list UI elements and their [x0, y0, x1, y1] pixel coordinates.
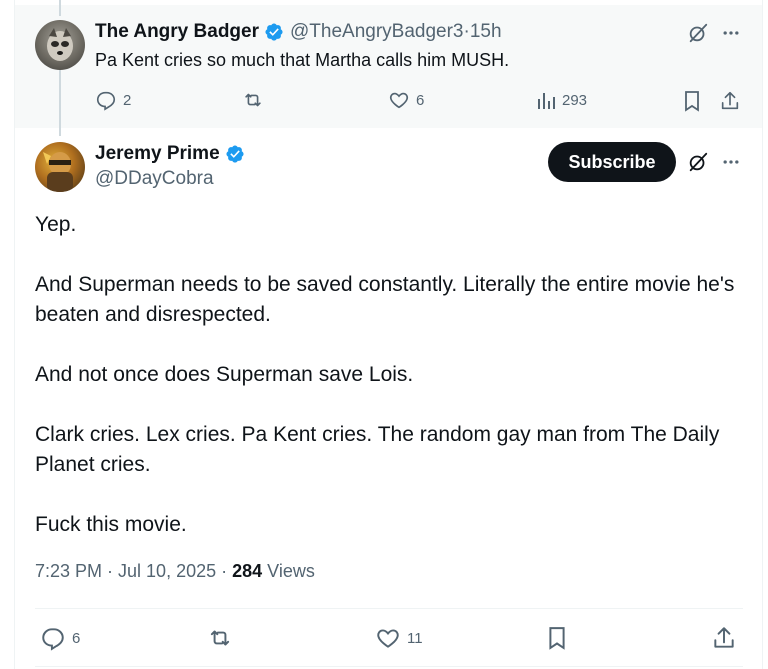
parent-tweet-text: Pa Kent cries so much that Martha calls …: [95, 50, 510, 70]
thread-line-top: [59, 0, 61, 16]
thread-line: [59, 70, 61, 136]
retweet-button[interactable]: [206, 625, 234, 651]
like-icon: [377, 629, 399, 648]
reply-button[interactable]: 2: [95, 89, 131, 111]
retweet-button[interactable]: [241, 89, 265, 111]
share-button[interactable]: [711, 625, 737, 651]
share-button[interactable]: [718, 89, 742, 113]
author-handle[interactable]: @DDayCobra: [95, 168, 214, 190]
like-button[interactable]: 6: [388, 89, 424, 111]
author-name[interactable]: Jeremy Prime: [95, 143, 220, 165]
tweet-paragraph: Clark cries. Lex cries. Pa Kent cries. T…: [35, 423, 720, 476]
main-header-name: Jeremy Prime: [95, 143, 245, 165]
bookmark-icon: [685, 91, 699, 112]
like-button[interactable]: 11: [375, 625, 423, 651]
retweet-icon: [210, 630, 230, 646]
more-icon[interactable]: [719, 150, 743, 174]
tweet-paragraph: And Superman needs to be saved constantl…: [35, 273, 735, 326]
avatar[interactable]: [35, 142, 85, 192]
views-button[interactable]: 293: [536, 89, 587, 111]
badger-avatar-icon: [47, 28, 73, 61]
grok-icon[interactable]: [686, 21, 710, 45]
views-count: 284: [232, 561, 263, 581]
share-icon: [714, 627, 734, 648]
verified-badge-icon: [264, 22, 284, 42]
views-icon: [538, 93, 555, 109]
timestamp[interactable]: 15h: [470, 21, 502, 43]
divider: [35, 666, 743, 667]
views-count: 293: [562, 91, 588, 109]
views-label: Views: [262, 561, 315, 581]
share-icon: [721, 91, 739, 110]
parent-header: The Angry Badger @TheAngryBadger3 · 15h: [95, 21, 502, 43]
subscribe-button[interactable]: Subscribe: [548, 142, 676, 182]
like-count: 11: [407, 629, 423, 647]
avatar[interactable]: [35, 20, 85, 70]
separator: ·: [216, 561, 233, 581]
like-count: 6: [416, 91, 425, 109]
tweet-body: Yep. And Superman needs to be saved cons…: [35, 210, 735, 570]
retweet-icon: [245, 93, 261, 107]
author-name[interactable]: The Angry Badger: [95, 21, 259, 43]
reply-button[interactable]: 6: [40, 625, 80, 651]
grok-icon[interactable]: [686, 150, 710, 174]
tweet-meta: 7:23 PM · Jul 10, 2025 · 284 Views: [35, 561, 315, 582]
reply-icon: [96, 91, 116, 111]
reply-count: 6: [72, 629, 81, 647]
author-handle[interactable]: @TheAngryBadger3: [290, 21, 464, 43]
divider: [35, 608, 743, 609]
tweet-paragraph: Yep.: [35, 213, 77, 236]
more-icon[interactable]: [719, 21, 743, 45]
tweet-paragraph: And not once does Superman save Lois.: [35, 363, 414, 386]
bookmark-button[interactable]: [544, 625, 570, 651]
verified-badge-icon: [225, 144, 245, 164]
like-icon: [389, 92, 409, 109]
bookmark-button[interactable]: [680, 89, 704, 113]
tweet-paragraph: Fuck this movie.: [35, 513, 187, 536]
reply-count: 2: [123, 91, 132, 109]
bookmark-icon: [549, 627, 565, 650]
tweet-timestamp[interactable]: 7:23 PM · Jul 10, 2025: [35, 561, 216, 581]
reply-icon: [42, 628, 64, 651]
jeremy-avatar-icon: [43, 152, 73, 192]
main-header-handle: @DDayCobra: [95, 168, 214, 190]
